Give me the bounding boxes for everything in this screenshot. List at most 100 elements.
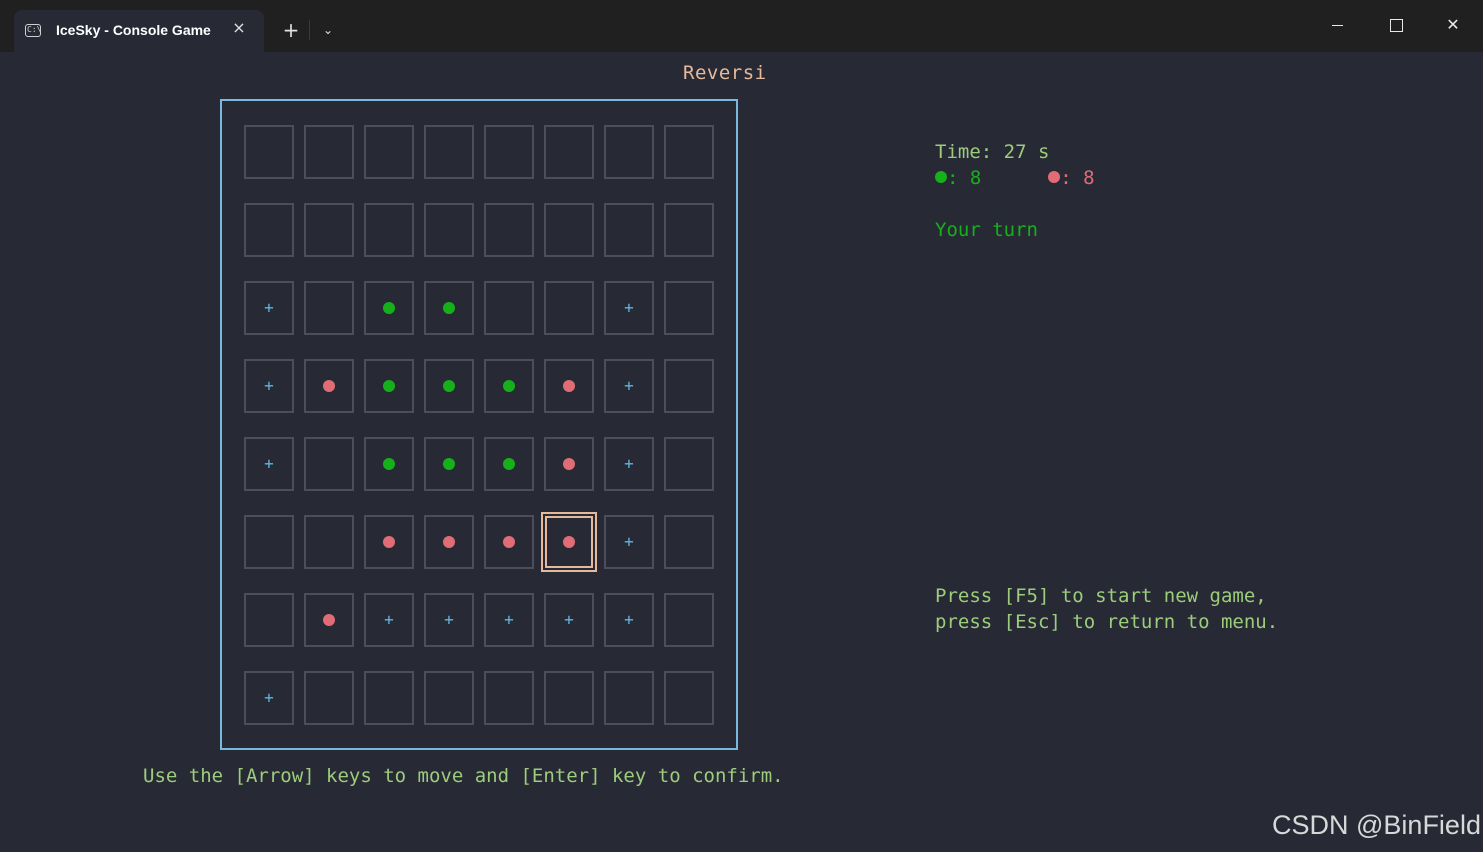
board-cell[interactable] — [664, 281, 714, 335]
board-cell[interactable]: + — [244, 437, 294, 491]
minimize-icon — [1331, 25, 1343, 26]
board-cell[interactable] — [484, 437, 534, 491]
board-cell[interactable] — [304, 125, 354, 179]
board-cell[interactable] — [304, 359, 354, 413]
board-cell[interactable] — [544, 437, 594, 491]
board-cell[interactable] — [544, 359, 594, 413]
valid-move-marker: + — [624, 610, 634, 629]
board-cell[interactable]: + — [484, 593, 534, 647]
board-cell[interactable] — [424, 281, 474, 335]
board-cell[interactable]: + — [244, 671, 294, 725]
score-line: : 8 : 8 — [935, 167, 1095, 189]
maximize-button[interactable] — [1381, 12, 1411, 38]
board-cell[interactable] — [304, 515, 354, 569]
valid-move-marker: + — [624, 298, 634, 317]
new-tab-button[interactable]: + — [279, 18, 303, 42]
board-cell[interactable] — [484, 281, 534, 335]
board-cell[interactable]: + — [364, 593, 414, 647]
minimize-button[interactable] — [1322, 12, 1352, 38]
board-cell[interactable]: + — [424, 593, 474, 647]
red-piece-icon — [1048, 171, 1061, 183]
board-cell[interactable] — [424, 203, 474, 257]
board-cell[interactable] — [664, 359, 714, 413]
board-cell[interactable] — [304, 671, 354, 725]
board-cell[interactable] — [544, 281, 594, 335]
board-cell[interactable]: + — [244, 359, 294, 413]
green-piece — [443, 302, 455, 314]
green-piece — [503, 380, 515, 392]
board-cell[interactable] — [664, 593, 714, 647]
board-cell[interactable] — [364, 281, 414, 335]
board-cell[interactable] — [364, 515, 414, 569]
tab-close-icon[interactable]: × — [230, 18, 248, 38]
board-cell[interactable] — [244, 593, 294, 647]
board-cell[interactable]: + — [244, 281, 294, 335]
green-piece — [503, 458, 515, 470]
board-cell[interactable]: + — [544, 593, 594, 647]
board-cell[interactable]: + — [604, 515, 654, 569]
valid-move-marker: + — [504, 610, 514, 629]
board-cell[interactable] — [544, 671, 594, 725]
board-cell[interactable] — [424, 671, 474, 725]
green-piece — [383, 302, 395, 314]
red-piece — [503, 536, 515, 548]
help-text: Press [F5] to start new game, press [Esc… — [935, 585, 1279, 633]
board-cell[interactable] — [364, 671, 414, 725]
board-cell[interactable] — [664, 125, 714, 179]
board-cell[interactable] — [544, 203, 594, 257]
board-cell[interactable] — [664, 515, 714, 569]
tab-dropdown-button[interactable]: ⌄ — [316, 18, 340, 42]
board-cell[interactable] — [544, 125, 594, 179]
watermark: CSDN @BinField — [1272, 810, 1481, 840]
board-cell[interactable] — [364, 125, 414, 179]
board-cell[interactable] — [304, 203, 354, 257]
board-cell[interactable] — [664, 437, 714, 491]
controls-text: Use the [Arrow] keys to move and [Enter]… — [143, 765, 784, 787]
tab-separator — [309, 20, 310, 40]
board-cell[interactable] — [304, 437, 354, 491]
board-cell[interactable]: + — [604, 593, 654, 647]
board-cell[interactable] — [364, 437, 414, 491]
board-cell[interactable] — [484, 515, 534, 569]
board-cell[interactable] — [664, 671, 714, 725]
red-piece — [323, 614, 335, 626]
red-piece — [563, 536, 575, 548]
close-window-button[interactable]: ✕ — [1438, 12, 1468, 38]
board-cell[interactable] — [604, 203, 654, 257]
board-cell[interactable] — [484, 203, 534, 257]
red-piece — [563, 458, 575, 470]
green-piece — [443, 380, 455, 392]
board-cell[interactable] — [604, 671, 654, 725]
valid-move-marker: + — [264, 298, 274, 317]
board-cell[interactable] — [244, 203, 294, 257]
board-cell[interactable] — [424, 359, 474, 413]
valid-move-marker: + — [624, 376, 634, 395]
valid-move-marker: + — [624, 454, 634, 473]
game-board[interactable]: + + + + + + + + + + + + + — [220, 99, 738, 750]
green-piece — [443, 458, 455, 470]
board-cell[interactable] — [424, 437, 474, 491]
board-cell[interactable]: + — [604, 437, 654, 491]
valid-move-marker: + — [264, 688, 274, 707]
board-cell[interactable] — [664, 203, 714, 257]
maximize-icon — [1389, 19, 1403, 32]
board-cell[interactable] — [244, 125, 294, 179]
board-cell[interactable] — [424, 515, 474, 569]
terminal-tab[interactable]: C:\ IceSky - Console Game × — [14, 10, 264, 52]
board-cell[interactable] — [364, 359, 414, 413]
board-cell[interactable] — [304, 593, 354, 647]
board-cell[interactable] — [604, 125, 654, 179]
board-cell[interactable] — [364, 203, 414, 257]
board-cell[interactable] — [424, 125, 474, 179]
valid-move-marker: + — [264, 454, 274, 473]
board-cell[interactable]: + — [604, 359, 654, 413]
selected-board-cell[interactable] — [541, 512, 597, 572]
board-cell[interactable] — [244, 515, 294, 569]
valid-move-marker: + — [264, 376, 274, 395]
board-cell[interactable] — [304, 281, 354, 335]
board-cell[interactable]: + — [604, 281, 654, 335]
board-cell[interactable] — [484, 671, 534, 725]
valid-move-marker: + — [444, 610, 454, 629]
board-cell[interactable] — [484, 125, 534, 179]
board-cell[interactable] — [484, 359, 534, 413]
